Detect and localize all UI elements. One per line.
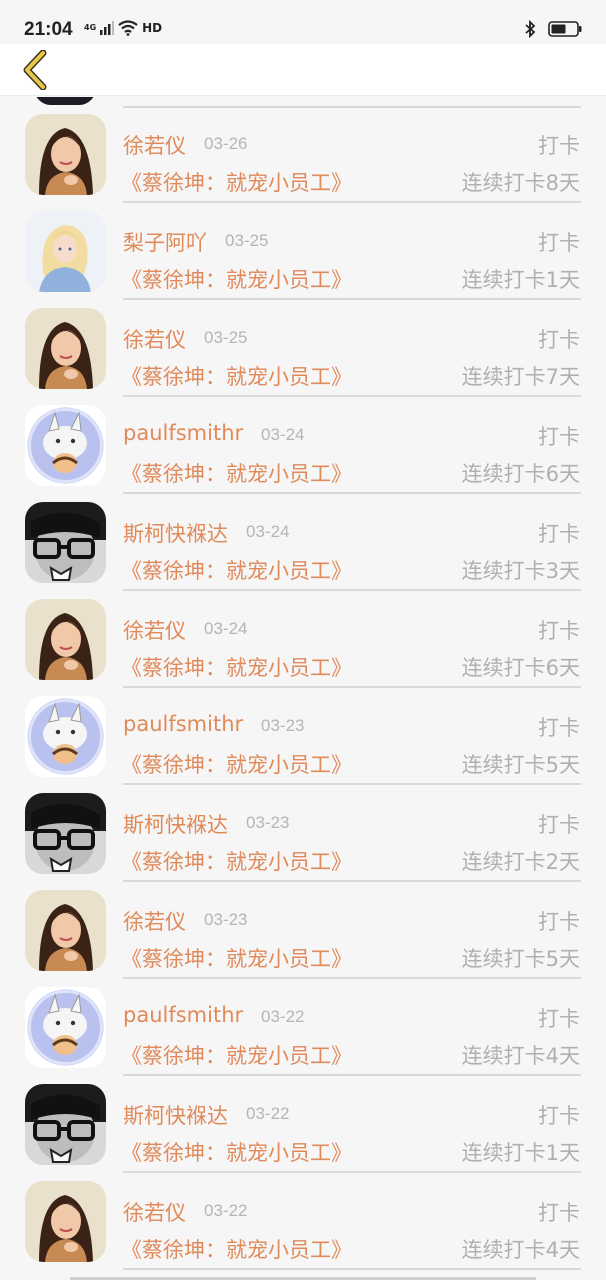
checkin-label: 打卡 xyxy=(538,716,580,740)
list-item[interactable]: 斯柯快褓达 03-23 打卡 《蔡徐坤：就宠小员工》 连续打卡2天 xyxy=(0,775,606,882)
list-item[interactable]: paulfsmithr 03-24 打卡 《蔡徐坤：就宠小员工》 连续打卡6天 xyxy=(0,387,606,494)
user-name[interactable]: 徐若仪 xyxy=(123,324,186,354)
checkin-date: 03-26 xyxy=(204,134,248,153)
battery-icon xyxy=(548,21,582,37)
user-name[interactable]: paulfsmithr xyxy=(123,1003,243,1027)
checkin-date: 03-23 xyxy=(246,813,290,832)
checkin-date: 03-24 xyxy=(261,425,305,444)
status-icons-right xyxy=(524,20,582,38)
checkin-label: 打卡 xyxy=(538,619,580,643)
avatar[interactable] xyxy=(25,502,106,583)
status-icons-left: 4G HD xyxy=(84,20,162,36)
user-name[interactable]: 徐若仪 xyxy=(123,130,186,160)
status-time: 21:04 xyxy=(24,19,73,40)
user-name[interactable]: 梨子阿吖 xyxy=(123,227,207,257)
checkin-date: 03-23 xyxy=(261,716,305,735)
avatar[interactable] xyxy=(25,1181,106,1262)
checkin-label: 打卡 xyxy=(538,1201,580,1225)
streak-count: 连续打卡4天 xyxy=(461,1238,580,1262)
checkin-date: 03-25 xyxy=(204,328,248,347)
avatar[interactable] xyxy=(25,308,106,389)
checkin-date: 03-22 xyxy=(261,1007,305,1026)
list-item[interactable]: 徐若仪 03-25 打卡 《蔡徐坤：就宠小员工》 连续打卡7天 xyxy=(0,290,606,397)
user-name[interactable]: paulfsmithr xyxy=(123,712,243,736)
user-name[interactable]: paulfsmithr xyxy=(123,421,243,445)
checkin-label: 打卡 xyxy=(538,910,580,934)
nav-bar xyxy=(0,44,606,96)
checkin-label: 打卡 xyxy=(538,813,580,837)
list-item[interactable]: paulfsmithr 03-22 打卡 《蔡徐坤：就宠小员工》 连续打卡4天 xyxy=(0,969,606,1076)
list-item[interactable]: 梨子阿吖 03-25 打卡 《蔡徐坤：就宠小员工》 连续打卡1天 xyxy=(0,193,606,300)
checkin-label: 打卡 xyxy=(538,1104,580,1128)
hd-label: HD xyxy=(142,21,163,35)
list-item[interactable]: 斯柯快褓达 03-22 打卡 《蔡徐坤：就宠小员工》 连续打卡1天 xyxy=(0,1066,606,1173)
checkin-label: 打卡 xyxy=(538,134,580,158)
checkin-date: 03-24 xyxy=(246,522,290,541)
list-item[interactable]: 斯柯快褓达 03-24 打卡 《蔡徐坤：就宠小员工》 连续打卡3天 xyxy=(0,484,606,591)
avatar[interactable] xyxy=(25,599,106,680)
checkin-date: 03-24 xyxy=(204,619,248,638)
avatar[interactable] xyxy=(25,987,106,1068)
wifi-icon xyxy=(118,20,138,36)
checkin-label: 打卡 xyxy=(538,231,580,255)
back-button[interactable] xyxy=(10,44,58,96)
checkin-date: 03-22 xyxy=(204,1201,248,1220)
user-name[interactable]: 徐若仪 xyxy=(123,1197,186,1227)
checkin-label: 打卡 xyxy=(538,328,580,352)
user-name[interactable]: 斯柯快褓达 xyxy=(123,809,228,839)
avatar[interactable] xyxy=(25,114,106,195)
status-bar: 21:04 4G HD xyxy=(0,0,606,44)
user-name[interactable]: 斯柯快褓达 xyxy=(123,1100,228,1130)
list-item[interactable]: 徐若仪 03-22 打卡《蔡徐坤：就宠小员工》 连续打卡4天 xyxy=(0,1163,606,1270)
user-name[interactable]: 斯柯快褓达 xyxy=(123,518,228,548)
avatar[interactable] xyxy=(25,696,106,777)
checkin-date: 03-25 xyxy=(225,231,269,250)
checkin-list[interactable]: 徐若仪 03-26 打卡 《蔡徐坤：就宠小员工》 连续打卡8天 梨子阿吖 03-25 打卡《… xyxy=(0,97,606,1280)
avatar[interactable] xyxy=(25,405,106,486)
book-title-link[interactable]: 《蔡徐坤：就宠小员工》 xyxy=(121,1234,352,1264)
user-name[interactable]: 徐若仪 xyxy=(123,615,186,645)
avatar[interactable] xyxy=(25,793,106,874)
checkin-date: 03-22 xyxy=(246,1104,290,1123)
avatar[interactable] xyxy=(25,890,106,971)
bluetooth-icon xyxy=(525,20,536,38)
avatar[interactable] xyxy=(25,1084,106,1165)
user-name[interactable]: 徐若仪 xyxy=(123,906,186,936)
network-type-label: 4G xyxy=(84,23,97,32)
checkin-date: 03-23 xyxy=(204,910,248,929)
list-item[interactable]: 徐若仪 03-24 打卡 《蔡徐坤：就宠小员工》 连续打卡6天 xyxy=(0,581,606,688)
checkin-label: 打卡 xyxy=(538,425,580,449)
list-item[interactable]: 徐若仪 03-23 打卡 《蔡徐坤：就宠小员工》 连续打卡5天 xyxy=(0,872,606,979)
checkin-label: 打卡 xyxy=(538,1007,580,1031)
signal-icon xyxy=(100,21,115,35)
chevron-left-icon xyxy=(23,50,47,90)
list-item[interactable]: 徐若仪 03-26 打卡 《蔡徐坤：就宠小员工》 连续打卡8天 xyxy=(0,97,606,203)
checkin-label: 打卡 xyxy=(538,522,580,546)
avatar[interactable] xyxy=(25,211,106,292)
list-item[interactable]: paulfsmithr 03-23 打卡 《蔡徐坤：就宠小员工》 连续打卡5天 xyxy=(0,678,606,785)
row-divider xyxy=(123,1268,581,1270)
